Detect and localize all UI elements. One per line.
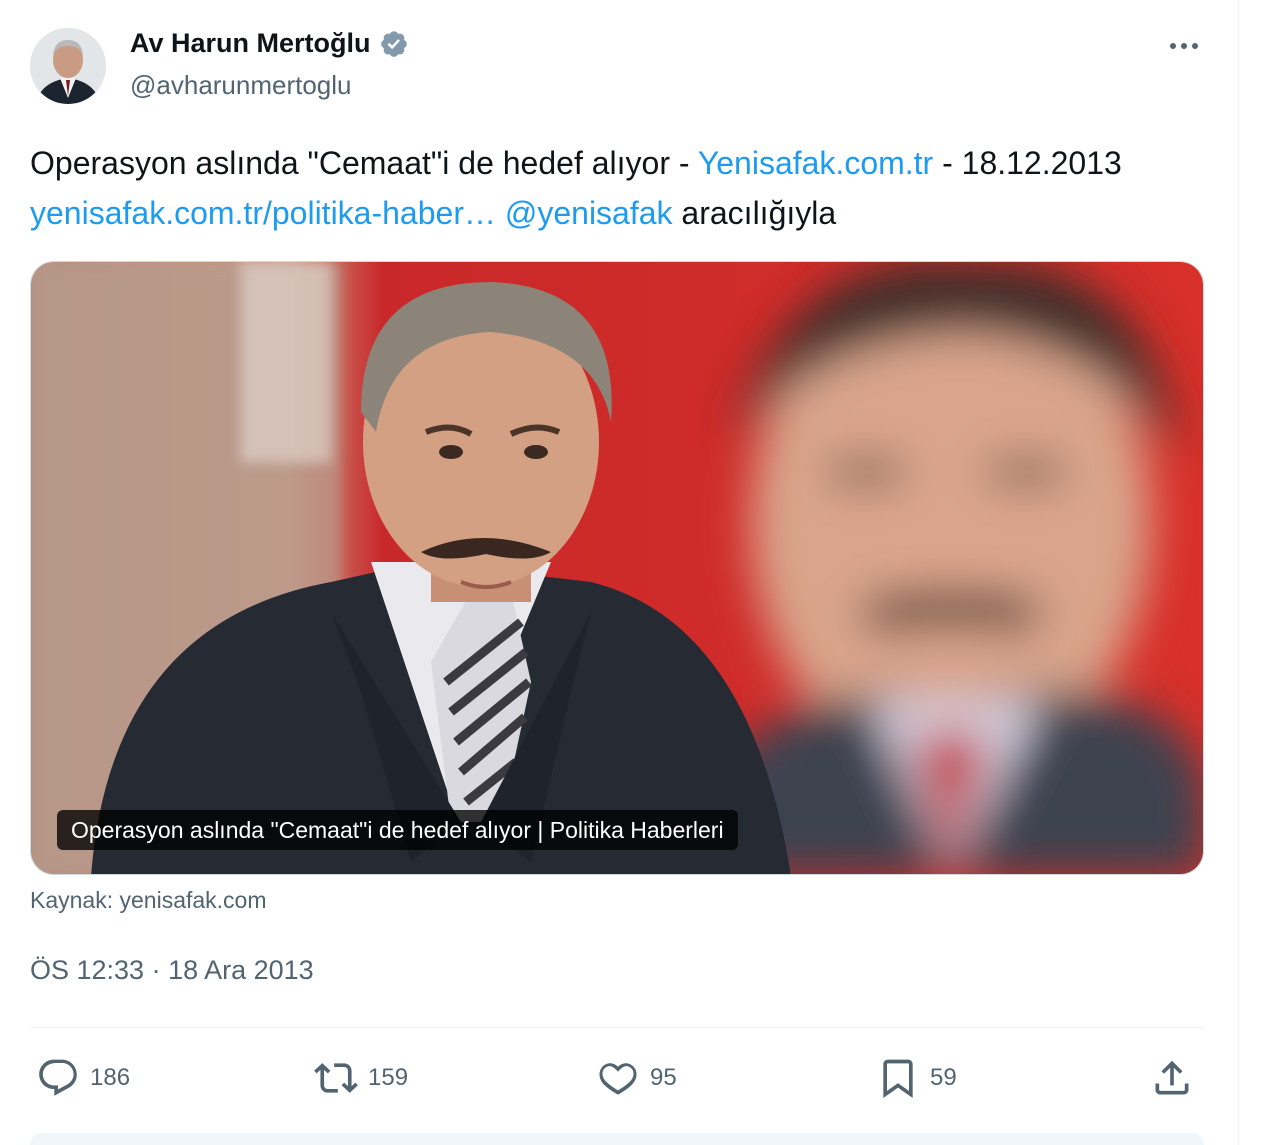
- reply-area-edge: [30, 1133, 1204, 1145]
- mention-link[interactable]: @yenisafak: [505, 195, 673, 231]
- card-caption: Operasyon aslında "Cemaat"i de hedef alı…: [57, 810, 738, 850]
- like-count: 95: [650, 1064, 677, 1091]
- tweet-text: Operasyon aslında "Cemaat"i de hedef alı…: [30, 138, 1210, 238]
- tweet-text-part: Operasyon aslında "Cemaat"i de hedef alı…: [30, 145, 698, 181]
- tweet-text-part: aracılığıyla: [672, 195, 837, 231]
- tweet-text-part: - 18.12.2013: [933, 145, 1122, 181]
- bookmark-button[interactable]: 59: [876, 1050, 957, 1106]
- share-button[interactable]: [1150, 1050, 1194, 1106]
- url-link[interactable]: yenisafak.com.tr/politika-haber…: [30, 195, 496, 231]
- reply-count: 186: [90, 1064, 131, 1091]
- avatar[interactable]: [30, 28, 106, 104]
- link-preview-card[interactable]: Operasyon aslında "Cemaat"i de hedef alı…: [30, 261, 1204, 875]
- bookmark-icon: [883, 1059, 913, 1099]
- reply-button[interactable]: 186: [36, 1050, 130, 1106]
- tweet: Av Harun Mertoğlu @avharunmertoglu Opera…: [0, 0, 1238, 1145]
- card-source[interactable]: Kaynak: yenisafak.com: [30, 887, 267, 914]
- like-icon: [599, 1063, 637, 1095]
- action-bar: 186 159 95 59: [30, 1050, 1204, 1106]
- repost-button[interactable]: 159: [314, 1050, 408, 1106]
- divider: [30, 1027, 1204, 1028]
- verified-icon: [380, 30, 407, 57]
- repost-icon: [314, 1063, 358, 1093]
- author-handle[interactable]: @avharunmertoglu: [130, 70, 352, 101]
- like-button[interactable]: 95: [596, 1050, 677, 1106]
- timestamp[interactable]: ÖS 12:33 · 18 Ara 2013: [30, 955, 314, 986]
- reply-icon: [39, 1059, 77, 1096]
- author-name[interactable]: Av Harun Mertoğlu: [130, 28, 409, 59]
- repost-count: 159: [368, 1064, 409, 1091]
- card-image: [31, 262, 1203, 874]
- author-name-text: Av Harun Mertoğlu: [130, 28, 371, 58]
- more-options-button[interactable]: [1160, 26, 1208, 66]
- share-icon: [1155, 1060, 1189, 1095]
- more-icon: [1170, 43, 1176, 49]
- column-border: [1238, 0, 1239, 1145]
- site-link[interactable]: Yenisafak.com.tr: [698, 145, 933, 181]
- tweet-text-space: [496, 195, 505, 231]
- bookmark-count: 59: [930, 1064, 957, 1091]
